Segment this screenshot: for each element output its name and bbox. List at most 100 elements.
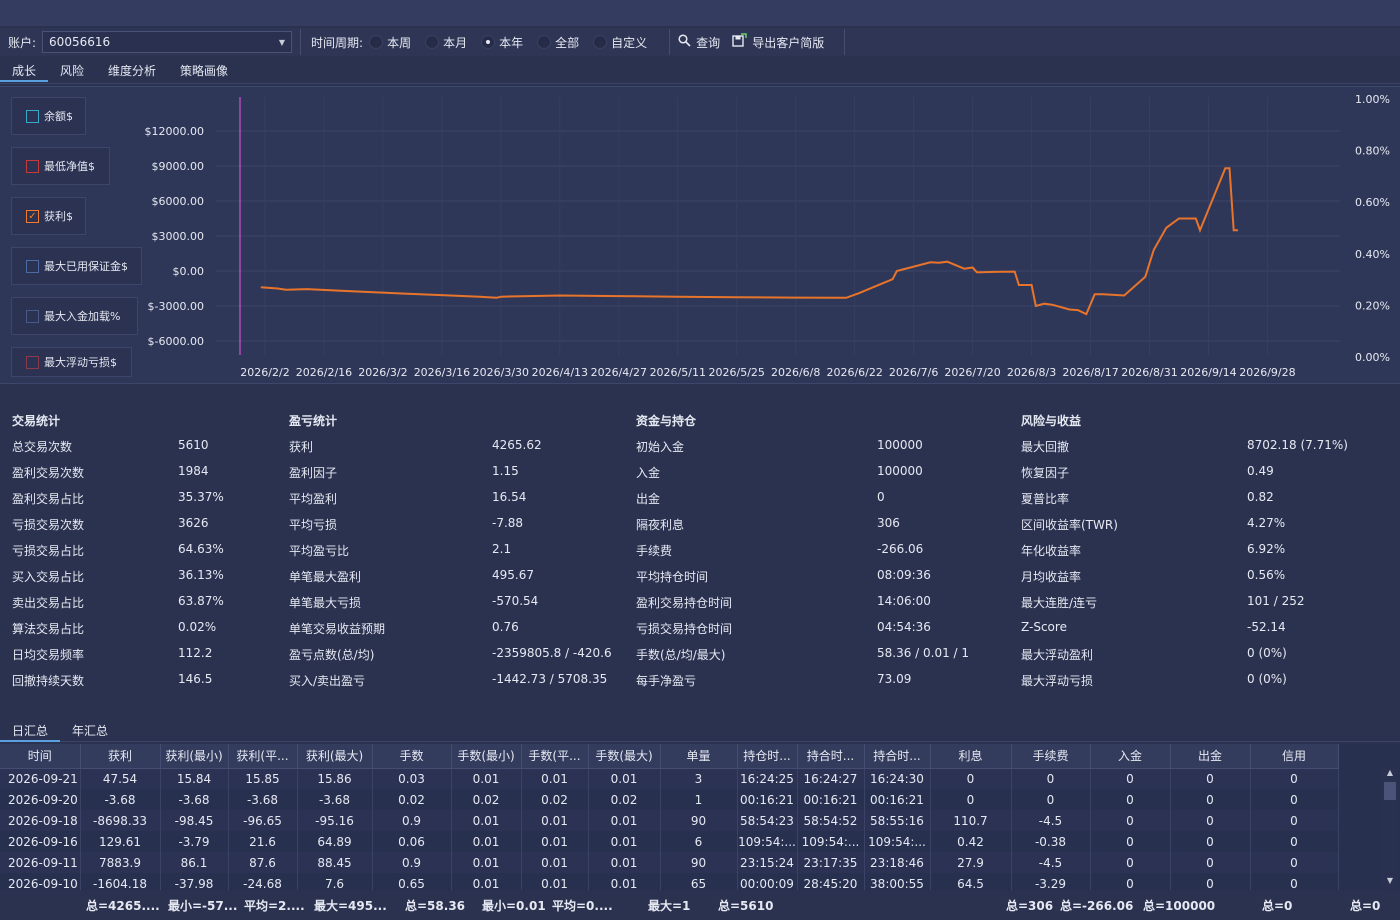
footer-total: 总=306 <box>1006 899 1054 913</box>
scroll-up-icon[interactable]: ▲ <box>1382 768 1398 782</box>
stat-label: 恢复因子 <box>1021 466 1070 480</box>
tab-1[interactable]: 风险 <box>48 60 96 82</box>
footer-total: 总=100000 <box>1143 899 1216 913</box>
account-label: 账户: <box>8 35 37 50</box>
table-cell: 109:54:... <box>797 831 865 852</box>
query-button[interactable]: 查询 <box>678 33 720 51</box>
table-scrollbar[interactable]: ▲ ▼ <box>1382 768 1398 890</box>
column-header[interactable]: 获利(平... <box>228 744 298 769</box>
table-cell: 7.6 <box>297 873 373 890</box>
table-cell: 0.02 <box>372 789 452 810</box>
tab-2[interactable]: 维度分析 <box>96 60 168 82</box>
stat-label: 获利 <box>289 440 314 454</box>
radio-dot-icon <box>425 35 440 49</box>
table-cell: 0 <box>1250 831 1339 852</box>
table-row[interactable]: 2026-09-18 -8698.33 -98.45 -96.65 -95.16 0.9 0… <box>0 810 1339 831</box>
stat-label: 年化收益率 <box>1021 544 1082 558</box>
period-radio-0[interactable]: 本周 <box>369 34 411 51</box>
table-row[interactable]: 2026-09-16 129.61 -3.79 21.6 64.89 0.06 0.01 0.… <box>0 831 1339 852</box>
table-cell: 2026-09-10 <box>0 873 81 890</box>
export-button[interactable]: 导出客户简版 <box>732 33 824 51</box>
table-cell: 0.01 <box>451 768 522 789</box>
account-select[interactable]: 60056616 ▼ <box>42 31 293 53</box>
column-header[interactable]: 手数(平... <box>521 744 589 769</box>
summary-tab-1[interactable]: 年汇总 <box>60 720 120 742</box>
period-radio-1[interactable]: 本月 <box>425 34 467 51</box>
table-cell: 0.02 <box>521 789 589 810</box>
y-left-tick-label: $-3000.00 <box>148 300 204 313</box>
column-header[interactable]: 手数(最大) <box>588 744 661 769</box>
stat-label: 总交易次数 <box>12 440 73 454</box>
table-cell: 0 <box>1090 831 1171 852</box>
period-radio-2[interactable]: 本年 <box>481 34 523 51</box>
table-row[interactable]: 2026-09-10 -1604.18 -37.98 -24.68 7.6 0.65 0.0… <box>0 873 1339 890</box>
column-header[interactable]: 获利(最小) <box>160 744 229 769</box>
stats-section-title: 资金与持仓 <box>636 414 697 428</box>
stat-label: 亏损交易次数 <box>12 518 85 532</box>
table-cell: -24.68 <box>228 873 298 890</box>
chevron-down-icon: ▼ <box>278 37 286 47</box>
stat-value: 0.02% <box>178 620 217 634</box>
column-header[interactable]: 时间 <box>0 744 81 769</box>
column-header[interactable]: 手数(最小) <box>451 744 522 769</box>
table-cell: 38:00:55 <box>864 873 931 890</box>
column-header[interactable]: 单量 <box>660 744 738 769</box>
column-header[interactable]: 获利(最大) <box>297 744 373 769</box>
scroll-down-icon[interactable]: ▼ <box>1382 876 1398 890</box>
stat-value: 73.09 <box>877 672 912 686</box>
stat-value: -2359805.8 / -420.6 <box>492 646 612 660</box>
table-cell: 0.01 <box>588 810 661 831</box>
stat-value: 3626 <box>178 516 209 530</box>
summary-tab-0[interactable]: 日汇总 <box>0 720 61 742</box>
period-radio-3[interactable]: 全部 <box>537 34 579 51</box>
footer-total: 总=0 <box>1262 899 1293 913</box>
stat-label: 买入/卖出盈亏 <box>289 674 366 688</box>
stat-value: -266.06 <box>877 542 924 556</box>
table-cell: 0 <box>1011 768 1091 789</box>
table-cell: -96.65 <box>228 810 298 831</box>
table-row[interactable]: 2026-09-20 -3.68 -3.68 -3.68 -3.68 0.02 0.02 0.… <box>0 789 1339 810</box>
table-cell: 2026-09-18 <box>0 810 81 831</box>
y-left-tick-label: $6000.00 <box>152 195 205 208</box>
stat-value: 63.87% <box>178 594 224 608</box>
footer-total: 总=5610 <box>718 899 774 913</box>
column-header[interactable]: 利息 <box>930 744 1012 769</box>
radio-dot-icon <box>481 35 496 49</box>
table-row[interactable]: 2026-09-11 7883.9 86.1 87.6 88.45 0.9 0.01 0.01… <box>0 852 1339 873</box>
table-cell: 129.61 <box>80 831 161 852</box>
divider <box>844 29 846 55</box>
column-header[interactable]: 持仓时... <box>737 744 798 769</box>
table-cell: 58:54:52 <box>797 810 865 831</box>
stat-label: 出金 <box>636 492 661 506</box>
table-row[interactable]: 2026-09-21 47.54 15.84 15.85 15.86 0.03 0.01 0.… <box>0 768 1339 789</box>
table-cell: 15.85 <box>228 768 298 789</box>
stat-value: 08:09:36 <box>877 568 931 582</box>
table-cell: -3.68 <box>228 789 298 810</box>
column-header[interactable]: 入金 <box>1090 744 1171 769</box>
export-icon <box>732 33 747 51</box>
tab-0[interactable]: 成长 <box>0 60 49 82</box>
table-cell: 0.01 <box>451 831 522 852</box>
x-tick-label: 2026/8/31 <box>1121 366 1177 379</box>
table-header-row: 时间 获利 获利(最小) 获利(平... 获利(最大) 手数 手数(最小) 手数(平... 手数… <box>0 744 1339 769</box>
column-header[interactable]: 持合时... <box>864 744 931 769</box>
table-cell: -1604.18 <box>80 873 161 890</box>
column-header[interactable]: 持合时... <box>797 744 865 769</box>
scroll-thumb[interactable] <box>1384 782 1396 800</box>
column-header[interactable]: 获利 <box>80 744 161 769</box>
stat-label: 最大连胜/连亏 <box>1021 596 1098 610</box>
stat-label: 单笔最大盈利 <box>289 570 362 584</box>
period-radio-4[interactable]: 自定义 <box>593 34 647 51</box>
table-cell: 2026-09-11 <box>0 852 81 873</box>
stat-value: 495.67 <box>492 568 534 582</box>
column-header[interactable]: 手数 <box>372 744 452 769</box>
tab-3[interactable]: 策略画像 <box>168 60 240 82</box>
stat-value: 0.82 <box>1247 490 1274 504</box>
table-cell: -4.5 <box>1011 810 1091 831</box>
column-header[interactable]: 信用 <box>1250 744 1339 769</box>
table-cell: 0.01 <box>521 831 589 852</box>
table-cell: -3.68 <box>297 789 373 810</box>
column-header[interactable]: 手续费 <box>1011 744 1091 769</box>
divider <box>669 29 671 55</box>
column-header[interactable]: 出金 <box>1170 744 1251 769</box>
